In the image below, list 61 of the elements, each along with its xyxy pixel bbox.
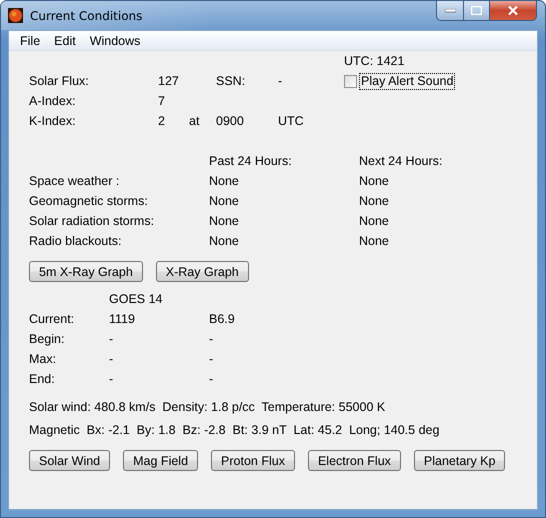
graph-button[interactable]: 5m X-Ray Graph xyxy=(29,261,143,282)
close-icon xyxy=(507,5,519,16)
field-value: 7 xyxy=(158,94,166,108)
row-label: End: xyxy=(29,372,56,386)
forecast-value: None xyxy=(359,234,389,248)
menu-item[interactable]: Edit xyxy=(47,34,83,48)
forecast-value: None xyxy=(359,174,389,188)
maximize-icon xyxy=(471,6,482,15)
field-value: 2 xyxy=(158,114,166,128)
forecast-value: None xyxy=(209,214,240,228)
field-label: K-Index: xyxy=(29,114,77,128)
menu-item[interactable]: File xyxy=(13,34,48,48)
forecast-value: None xyxy=(209,174,240,188)
row-label: Current: xyxy=(29,312,76,326)
checkbox[interactable] xyxy=(344,74,357,88)
maximize-button[interactable] xyxy=(464,1,490,21)
forecast-value: None xyxy=(359,194,389,208)
row-label: Solar radiation storms: xyxy=(29,214,156,228)
field-label: SSN: xyxy=(216,74,246,88)
solar-wind-text: Solar wind: 480.8 km/s Density: 1.8 p/cc Temperature: 55000 K xyxy=(29,400,386,414)
goes-value: - xyxy=(109,332,114,346)
forecast-value: None xyxy=(359,214,389,228)
close-button[interactable] xyxy=(490,1,537,21)
column-header: Past 24 Hours: xyxy=(209,154,293,168)
field-value: 127 xyxy=(158,74,180,88)
chart-button[interactable]: Proton Flux xyxy=(211,450,295,471)
chart-button[interactable]: Electron Flux xyxy=(308,450,401,471)
column-header: Next 24 Hours: xyxy=(359,154,442,168)
forecast-value: None xyxy=(209,234,240,248)
row-label: Radio blackouts: xyxy=(29,234,122,248)
menu-item[interactable]: Windows xyxy=(82,34,148,48)
row-label: Begin: xyxy=(29,332,66,346)
chart-button[interactable]: Mag Field xyxy=(123,450,198,471)
goes-value: 1119 xyxy=(109,312,136,326)
goes-value: - xyxy=(209,352,214,366)
row-label: Max: xyxy=(29,352,58,366)
checkbox-label[interactable]: Play Alert Sound xyxy=(359,72,456,90)
field-label: A-Index: xyxy=(29,94,77,108)
chart-button[interactable]: Planetary Kp xyxy=(414,450,506,471)
sun-icon xyxy=(8,8,23,23)
field-value: UTC xyxy=(278,114,305,128)
goes-value: - xyxy=(109,352,114,366)
magnetic-text: Magnetic Bx: -2.1 By: 1.8 Bz: -2.8 Bt: 3.9 nT Lat: 45.2 Long; 140.5 deg xyxy=(29,423,440,437)
field-value: - xyxy=(278,74,284,88)
graph-button[interactable]: X-Ray Graph xyxy=(156,261,249,282)
forecast-value: None xyxy=(209,194,240,208)
goes-value: - xyxy=(209,372,214,386)
chart-button[interactable]: Solar Wind xyxy=(29,450,110,471)
utc-time: UTC: 1421 xyxy=(344,54,406,68)
minimize-icon xyxy=(444,8,456,12)
column-header: GOES 14 xyxy=(109,292,162,306)
window-title: Current Conditions xyxy=(30,8,142,22)
goes-value: B6.9 xyxy=(209,312,235,326)
field-label: at xyxy=(189,114,200,128)
minimize-button[interactable] xyxy=(436,1,464,21)
goes-value: - xyxy=(209,332,214,346)
goes-value: - xyxy=(109,372,114,386)
field-value: 0900 xyxy=(216,114,245,128)
field-label: Solar Flux: xyxy=(29,74,90,88)
row-label: Space weather : xyxy=(29,174,120,188)
row-label: Geomagnetic storms: xyxy=(29,194,149,208)
